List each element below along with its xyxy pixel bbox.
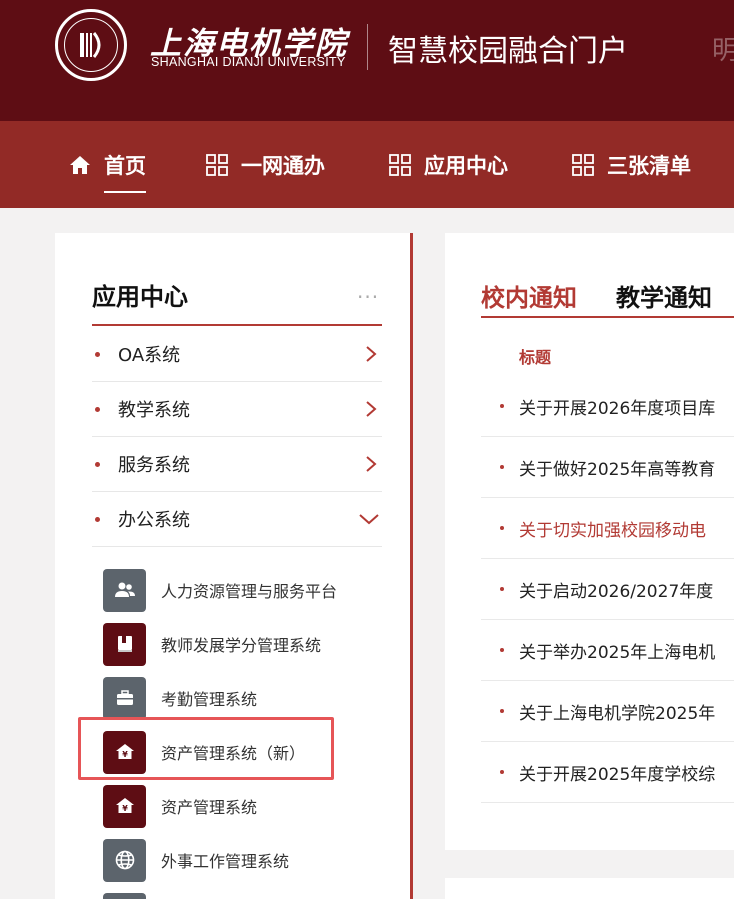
bullet-dot [500, 648, 504, 652]
grid-icon [205, 153, 229, 177]
tab-teaching-notice[interactable]: 教学通知 [616, 278, 712, 313]
category-office[interactable]: 办公系统 [92, 492, 382, 547]
office-sub-list: 人力资源管理与服务平台 教师发展学分管理系统 考勤管理系统 ¥ 资产管理系统（新… [103, 563, 383, 899]
notice-title: 关于做好2025年高等教育 [519, 459, 716, 480]
nav-label: 一网通办 [241, 154, 325, 178]
app-icon [103, 892, 146, 899]
chevron-right-icon [366, 346, 377, 362]
panel-title: 应用中心 [92, 283, 188, 311]
logo-divider [367, 24, 368, 70]
bullet-dot [500, 770, 504, 774]
bullet-dot [500, 526, 504, 530]
notice-item[interactable]: 关于开展2026年度项目库 [481, 376, 734, 437]
app-label: 资产管理系统（新） [161, 744, 306, 763]
app-attendance[interactable]: 考勤管理系统 [103, 671, 383, 725]
tab-divider [481, 316, 734, 318]
title-divider [92, 324, 382, 326]
nav-active-underline [104, 191, 146, 193]
category-label: 办公系统 [118, 510, 190, 531]
app-teacher-credit[interactable]: 教师发展学分管理系统 [103, 617, 383, 671]
category-label: 服务系统 [118, 455, 190, 476]
top-header: 上海电机学院 SHANGHAI DIANJI UNIVERSITY 智慧校园融合… [0, 0, 734, 121]
notice-panel: 校内通知 教学通知 标题 关于开展2026年度项目库 关于做好2025年高等教育… [445, 233, 734, 850]
chevron-right-icon [366, 456, 377, 472]
nav-label: 三张清单 [607, 154, 691, 178]
users-icon [103, 568, 146, 612]
app-label: 考勤管理系统 [161, 690, 258, 709]
bullet-dot [500, 709, 504, 713]
notice-item[interactable]: 关于启动2026/2027年度 [481, 559, 734, 620]
nav-label: 首页 [104, 154, 146, 178]
notice-item[interactable]: 关于上海电机学院2025年 [481, 681, 734, 742]
notice-title: 关于开展2025年度学校综 [519, 764, 716, 785]
header-decoration: 明 [712, 36, 734, 66]
app-asset[interactable]: ¥ 资产管理系统 [103, 779, 383, 833]
main-nav: 首页 一网通办 应用中心 三张清单 [0, 121, 734, 208]
portal-title: 智慧校园融合门户 [388, 34, 628, 69]
notice-title: 关于切实加强校园移动电 [519, 520, 706, 541]
category-label: 教学系统 [118, 400, 190, 421]
category-service[interactable]: 服务系统 [92, 437, 382, 492]
university-seal-icon[interactable] [55, 9, 127, 81]
notice-item[interactable]: 关于做好2025年高等教育 [481, 437, 734, 498]
nav-item-app-center[interactable]: 应用中心 [388, 148, 508, 182]
notice-item[interactable]: 关于开展2025年度学校综 [481, 742, 734, 803]
column-header-title: 标题 [519, 348, 552, 367]
notice-title: 关于开展2026年度项目库 [519, 398, 716, 419]
bullet-dot [95, 406, 100, 412]
app-label: 外事工作管理系统 [161, 852, 290, 871]
category-list: OA系统 教学系统 服务系统 办公系统 [92, 327, 382, 547]
bullet-dot [95, 351, 100, 357]
app-label: 教师发展学分管理系统 [161, 636, 322, 655]
home-icon [68, 153, 92, 177]
category-label: OA系统 [118, 345, 181, 366]
globe-icon [103, 838, 146, 882]
more-button[interactable]: ··· [357, 285, 379, 309]
school-name-en: SHANGHAI DIANJI UNIVERSITY [151, 55, 346, 69]
tab-campus-notice[interactable]: 校内通知 [481, 278, 577, 313]
app-center-panel: 应用中心 ··· OA系统 教学系统 服务系统 办公系统 人力资源管理与服务平台… [55, 233, 413, 899]
bullet-dot [500, 587, 504, 591]
nav-label: 应用中心 [424, 154, 508, 178]
bullet-dot [500, 404, 504, 408]
svg-text:¥: ¥ [122, 750, 128, 759]
notice-title: 关于上海电机学院2025年 [519, 703, 716, 724]
nav-item-one-stop[interactable]: 一网通办 [205, 148, 325, 182]
notice-title: 关于启动2026/2027年度 [519, 581, 714, 602]
category-oa[interactable]: OA系统 [92, 327, 382, 382]
app-asset-new[interactable]: ¥ 资产管理系统（新） [103, 725, 383, 779]
notice-item[interactable]: 关于切实加强校园移动电 [481, 498, 734, 559]
asset-house-icon: ¥ [103, 730, 146, 774]
svg-text:¥: ¥ [122, 804, 128, 813]
notice-title: 关于举办2025年上海电机 [519, 642, 716, 663]
secondary-panel [445, 878, 734, 899]
grid-icon [388, 153, 412, 177]
app-label: 资产管理系统 [161, 798, 258, 817]
nav-item-three-lists[interactable]: 三张清单 [571, 148, 691, 182]
bullet-dot [500, 465, 504, 469]
briefcase-icon [103, 676, 146, 720]
category-teaching[interactable]: 教学系统 [92, 382, 382, 437]
asset-house-icon: ¥ [103, 784, 146, 828]
app-foreign-affairs[interactable]: 外事工作管理系统 [103, 833, 383, 887]
book-icon [103, 622, 146, 666]
notice-list: 关于开展2026年度项目库 关于做好2025年高等教育 关于切实加强校园移动电 … [481, 376, 734, 803]
bullet-dot [95, 461, 100, 467]
nav-item-home[interactable]: 首页 [68, 148, 146, 182]
notice-item[interactable]: 关于举办2025年上海电机 [481, 620, 734, 681]
app-item-partial[interactable] [103, 887, 383, 899]
chevron-down-icon [359, 514, 379, 525]
chevron-right-icon [366, 401, 377, 417]
bullet-dot [95, 516, 100, 522]
grid-icon [571, 153, 595, 177]
app-label: 人力资源管理与服务平台 [161, 582, 338, 601]
app-hr-platform[interactable]: 人力资源管理与服务平台 [103, 563, 383, 617]
